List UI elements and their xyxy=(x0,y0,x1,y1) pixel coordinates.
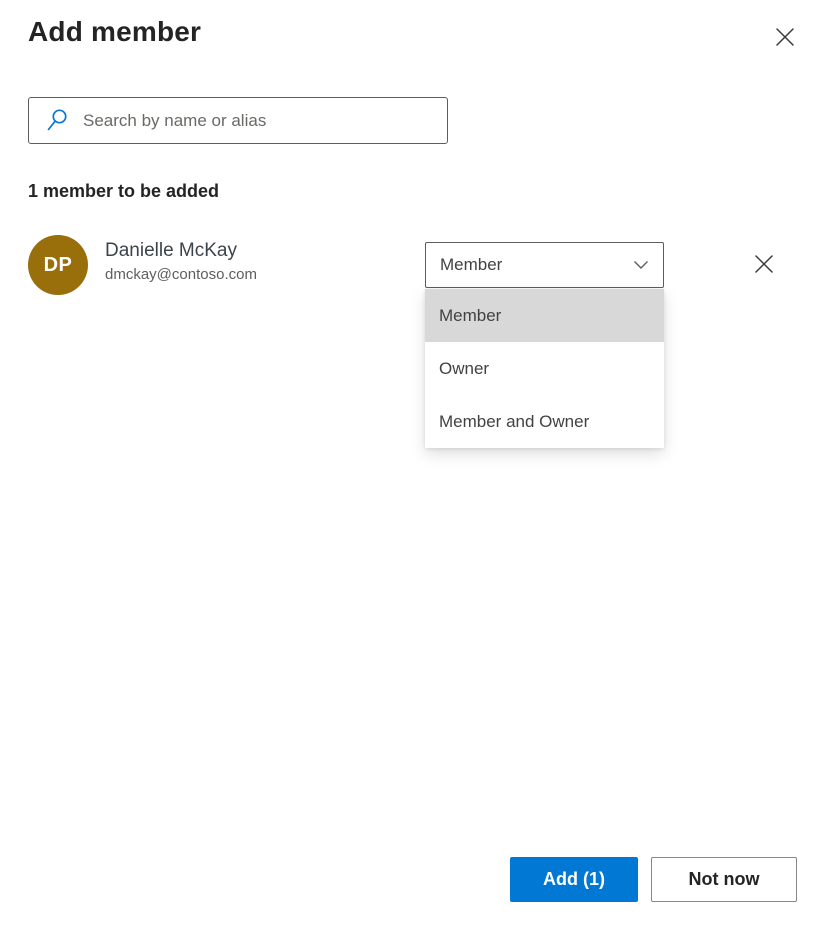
search-box[interactable] xyxy=(28,97,448,144)
role-selected-label: Member xyxy=(440,255,502,275)
remove-member-button[interactable] xyxy=(748,248,780,280)
remove-icon xyxy=(753,253,775,275)
role-menu: Member Owner Member and Owner xyxy=(425,289,664,448)
add-button[interactable]: Add (1) xyxy=(510,857,638,902)
search-input[interactable] xyxy=(81,110,439,132)
add-member-dialog: Add member 1 member to be added DP Danie… xyxy=(0,0,817,932)
page-title: Add member xyxy=(28,16,201,48)
members-summary: 1 member to be added xyxy=(28,181,219,202)
close-icon xyxy=(774,26,796,48)
role-option-member[interactable]: Member xyxy=(425,289,664,342)
chevron-down-icon xyxy=(633,260,649,270)
avatar: DP xyxy=(28,235,88,295)
member-name: Danielle McKay xyxy=(105,240,237,262)
not-now-button[interactable]: Not now xyxy=(651,857,797,902)
member-email: dmckay@contoso.com xyxy=(105,266,257,283)
close-button[interactable] xyxy=(768,20,802,54)
role-dropdown[interactable]: Member xyxy=(425,242,664,288)
role-option-owner[interactable]: Owner xyxy=(425,342,664,395)
search-icon xyxy=(44,107,70,135)
role-option-member-and-owner[interactable]: Member and Owner xyxy=(425,395,664,448)
